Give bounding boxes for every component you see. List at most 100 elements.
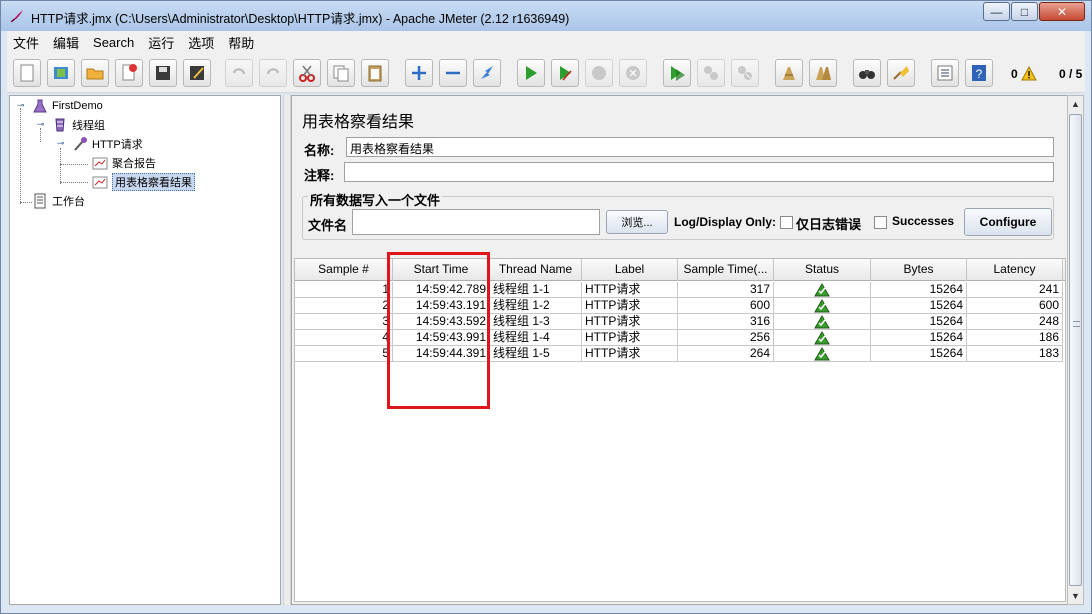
cell-label: HTTP请求 [582,314,678,330]
remote-stop-icon[interactable] [697,59,725,87]
menu-search[interactable]: Search [93,35,134,50]
help-icon[interactable]: ? [965,59,993,87]
cell-thread: 线程组 1-1 [490,282,582,298]
cell-label: HTTP请求 [582,346,678,362]
scroll-up-icon[interactable]: ▲ [1068,96,1083,112]
cell-latency: 183 [967,346,1063,362]
table-row[interactable]: 1 14:59:42.789 线程组 1-1 HTTP请求 317 15264 241 [295,282,1065,298]
menu-run[interactable]: 运行 [148,33,174,52]
column-header[interactable]: Start Time [393,259,490,281]
table-row[interactable]: 4 14:59:43.991 线程组 1-4 HTTP请求 256 15264 186 [295,330,1065,346]
column-header[interactable]: Sample Time(... [678,259,774,281]
successes-checkbox[interactable] [874,216,887,229]
column-header[interactable]: Thread Name [490,259,582,281]
column-header[interactable]: Latency [967,259,1063,281]
listener-icon [92,157,108,170]
remote-start-icon[interactable] [663,59,691,87]
copy-icon[interactable] [327,59,355,87]
successes-label: Successes [892,214,955,228]
title-bar: HTTP请求.jmx (C:\Users\Administrator\Deskt… [1,1,1091,31]
scroll-down-icon[interactable]: ▼ [1068,588,1083,604]
menu-edit[interactable]: 编辑 [53,33,79,52]
tree-item-http-request[interactable]: HTTP请求 [72,136,143,152]
save-as-icon[interactable] [183,59,211,87]
remote-shutdown-icon[interactable] [731,59,759,87]
expand-toggle-icon[interactable]: ⊸ [16,101,25,110]
tree-item-aggregate-report[interactable]: 聚合报告 [92,155,156,171]
close-button[interactable]: ✕ [1039,2,1085,21]
expand-toggle-icon[interactable]: ⊸ [36,120,45,129]
cell-sample: 1 [295,282,393,298]
status-cell [774,330,871,346]
column-header[interactable]: Sample # [295,259,393,281]
paste-icon[interactable] [361,59,389,87]
cell-start: 14:59:42.789 [393,282,490,298]
menu-help[interactable]: 帮助 [228,33,254,52]
table-row[interactable]: 3 14:59:43.592 线程组 1-3 HTTP请求 316 15264 248 [295,314,1065,330]
scroll-thumb[interactable] [1069,114,1082,586]
cell-thread: 线程组 1-5 [490,346,582,362]
browse-button[interactable]: 浏览... [606,210,668,234]
listener-icon [92,176,108,189]
name-field[interactable]: 用表格察看结果 [346,137,1054,157]
collapse-icon[interactable] [439,59,467,87]
errors-only-checkbox[interactable] [780,216,793,229]
menu-bar: 文件 编辑 Search 运行 选项 帮助 [7,31,1085,53]
clear-all-icon[interactable] [809,59,837,87]
table-row[interactable]: 2 14:59:43.191 线程组 1-2 HTTP请求 600 15264 600 [295,298,1065,314]
cut-icon[interactable] [293,59,321,87]
warning-icon [1021,66,1037,81]
expand-toggle-icon[interactable]: ⊸ [56,139,65,148]
clear-icon[interactable] [775,59,803,87]
cell-sample: 3 [295,314,393,330]
stop-icon[interactable] [585,59,613,87]
function-helper-icon[interactable] [931,59,959,87]
search-icon[interactable] [853,59,881,87]
column-header[interactable]: Status [774,259,871,281]
cell-label: HTTP请求 [582,298,678,314]
tree-item-view-results-table[interactable]: 用表格察看结果 [92,173,195,191]
success-icon [814,283,830,297]
redo-icon[interactable] [259,59,287,87]
shutdown-icon[interactable] [619,59,647,87]
errors-only-label: 仅日志错误 [796,217,862,232]
test-plan-icon [33,99,47,113]
cell-latency: 241 [967,282,1063,298]
expand-icon[interactable] [405,59,433,87]
save-icon[interactable] [149,59,177,87]
tree-item-test-plan[interactable]: FirstDemo [32,98,103,114]
start-icon[interactable] [517,59,545,87]
table-header: Sample # Start Time Thread Name Label Sa… [295,259,1065,281]
minimize-button[interactable]: — [983,2,1010,21]
filename-field[interactable] [352,209,600,235]
log-display-label: Log/Display Only: [674,215,777,229]
menu-file[interactable]: 文件 [13,33,39,52]
cell-latency: 600 [967,298,1063,314]
configure-button[interactable]: Configure [964,208,1052,236]
new-icon[interactable] [13,59,41,87]
toggle-icon[interactable] [473,59,501,87]
column-header[interactable]: Label [582,259,678,281]
panel-splitter[interactable] [283,95,291,605]
close-file-icon[interactable] [115,59,143,87]
open-icon[interactable] [81,59,109,87]
templates-icon[interactable] [47,59,75,87]
vertical-scrollbar[interactable]: ▲ ▼ [1067,95,1084,605]
comment-field[interactable] [344,162,1054,182]
cell-time: 600 [678,298,774,314]
maximize-button[interactable]: □ [1011,2,1038,21]
thread-count: 0 / 5 [1059,67,1083,81]
status-cell [774,314,871,330]
table-row[interactable]: 5 14:59:44.391 线程组 1-5 HTTP请求 264 15264 183 [295,346,1065,362]
menu-options[interactable]: 选项 [188,33,214,52]
success-icon [814,315,830,329]
tree-item-workbench[interactable]: 工作台 [32,193,85,209]
reset-search-icon[interactable] [887,59,915,87]
column-header[interactable]: Bytes [871,259,967,281]
tree-item-thread-group[interactable]: 线程组 [52,117,105,133]
start-no-pause-icon[interactable] [551,59,579,87]
cell-start: 14:59:43.592 [393,314,490,330]
thread-group-icon [55,118,65,132]
filename-label: 文件名 [308,218,348,233]
undo-icon[interactable] [225,59,253,87]
